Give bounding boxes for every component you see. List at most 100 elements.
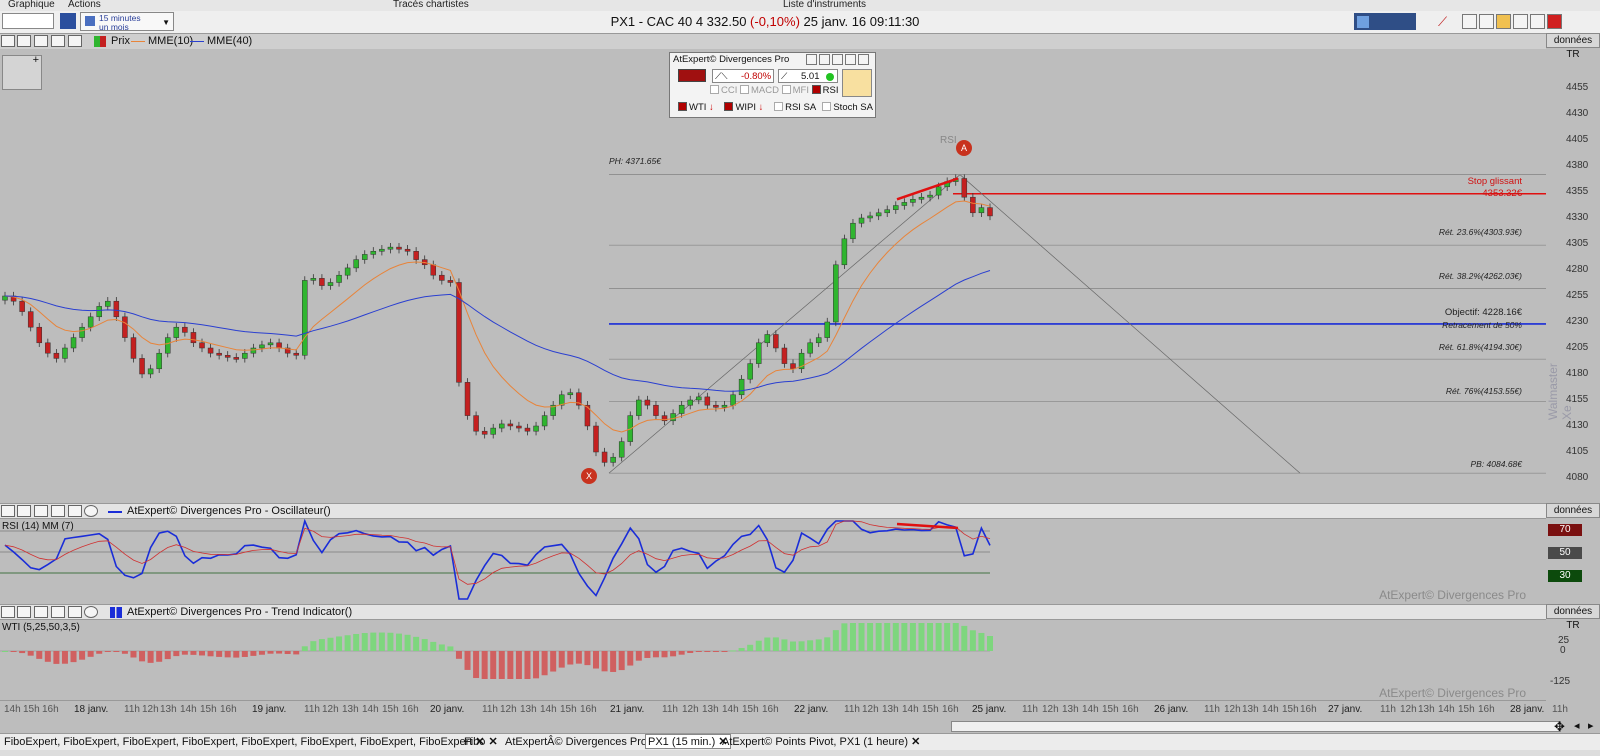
candle-body bbox=[216, 352, 222, 356]
y-tick-label: 4380 bbox=[1566, 160, 1589, 171]
trend-bar bbox=[704, 651, 711, 652]
ema40-swatch bbox=[190, 41, 204, 42]
close-icon[interactable] bbox=[84, 606, 98, 618]
settings-icon[interactable] bbox=[845, 54, 856, 65]
rsi-checkbox[interactable] bbox=[811, 85, 821, 94]
trend-bar bbox=[27, 651, 34, 656]
candle-body bbox=[413, 251, 419, 260]
tab-fiboexpert[interactable]: FiboExpert, FiboExpert, FiboExpert, Fibo… bbox=[4, 735, 485, 748]
menu-instruments[interactable]: Liste d'instruments bbox=[783, 0, 866, 10]
candle-body bbox=[935, 186, 942, 196]
indicator-icon[interactable] bbox=[51, 606, 65, 618]
close-icon[interactable]: ✕ bbox=[488, 736, 497, 748]
x-tick-label: 15h bbox=[23, 704, 40, 715]
chart-tool-icon[interactable] bbox=[1479, 14, 1494, 29]
trend-bar bbox=[447, 646, 454, 651]
trend-bar bbox=[481, 651, 488, 679]
refresh-icon[interactable] bbox=[819, 54, 830, 65]
chevron-right-icon[interactable]: ▸ bbox=[1588, 719, 1594, 732]
line-chart-icon[interactable] bbox=[17, 35, 31, 47]
stochsa-checkbox[interactable] bbox=[822, 102, 832, 111]
candle-body bbox=[499, 423, 505, 429]
candle-body bbox=[738, 378, 745, 396]
indicator-icon[interactable] bbox=[51, 35, 65, 47]
hourglass-icon bbox=[1357, 16, 1369, 28]
candle-body bbox=[361, 254, 368, 260]
pointer-tool-icon[interactable] bbox=[1, 505, 15, 517]
close-icon[interactable]: ✕ bbox=[911, 736, 920, 748]
window-icon[interactable] bbox=[1530, 14, 1545, 29]
trend-bar bbox=[670, 651, 677, 657]
square-icon[interactable] bbox=[68, 35, 82, 47]
legend-price: Prix bbox=[111, 35, 130, 47]
candle-body bbox=[653, 404, 659, 416]
candle-body bbox=[721, 404, 728, 408]
line-chart-icon[interactable] bbox=[17, 606, 31, 618]
close-icon[interactable] bbox=[84, 505, 98, 517]
trend-bar bbox=[396, 633, 402, 651]
cci-checkbox[interactable] bbox=[710, 85, 719, 94]
trend-bar bbox=[515, 651, 522, 679]
settings-icon[interactable] bbox=[1513, 14, 1528, 29]
pencil-icon[interactable] bbox=[1496, 14, 1511, 29]
minimize-icon[interactable] bbox=[806, 54, 817, 65]
menu-traces[interactable]: Tracés chartistes bbox=[393, 0, 469, 10]
cci-label: CCI bbox=[721, 85, 738, 96]
candle-body bbox=[764, 334, 771, 344]
trend-bar bbox=[652, 651, 659, 658]
menu-actions[interactable]: Actions bbox=[68, 0, 101, 10]
flag-icon[interactable] bbox=[842, 69, 872, 97]
x-tick-label: 14h bbox=[540, 704, 557, 715]
indicator-icon[interactable] bbox=[51, 505, 65, 517]
rsisa-checkbox[interactable] bbox=[774, 102, 784, 111]
move-icon[interactable] bbox=[858, 54, 869, 65]
tab-divergences[interactable]: AtExpertÂ© Divergences Pro ✕ bbox=[505, 735, 659, 748]
x-tick-label: 13h bbox=[1062, 704, 1079, 715]
candle-body bbox=[867, 215, 873, 219]
macd-checkbox[interactable] bbox=[740, 85, 750, 94]
trend-bar bbox=[387, 632, 394, 651]
marker-a[interactable]: A bbox=[956, 140, 972, 156]
tab-points-pivot[interactable]: AtExpert© Points Pivot, PX1 (1 heure) ✕ bbox=[722, 735, 920, 748]
mfi-label: MFI bbox=[792, 85, 809, 96]
square-icon[interactable] bbox=[68, 505, 82, 517]
mfi-checkbox[interactable] bbox=[781, 85, 791, 94]
cursor-tool-icon[interactable] bbox=[1462, 14, 1477, 29]
square-icon[interactable] bbox=[68, 606, 82, 618]
close-icon[interactable] bbox=[1547, 14, 1562, 29]
y-tick-label: 4230 bbox=[1566, 316, 1589, 327]
marker-x[interactable]: X bbox=[581, 468, 597, 484]
trend-bar bbox=[533, 651, 540, 679]
trend-bar bbox=[310, 641, 317, 651]
pointer-tool-icon[interactable] bbox=[1, 606, 15, 618]
x-tick-label: 11h bbox=[844, 704, 860, 715]
legend-ema40: MME(40) bbox=[207, 35, 253, 47]
trend-bar bbox=[404, 634, 411, 651]
line-tool-icon[interactable]: ⟋ bbox=[1438, 14, 1454, 29]
x-tick-label: 16h bbox=[1300, 704, 1317, 715]
trend-bar bbox=[695, 651, 702, 652]
wipi-checkbox[interactable] bbox=[724, 102, 734, 111]
tab-px1[interactable]: PX1 (15 min.) ✕ bbox=[645, 734, 731, 749]
pointer-tool-icon[interactable] bbox=[1, 35, 15, 47]
wti-label: WTI bbox=[689, 102, 707, 113]
trend-bar bbox=[832, 630, 839, 651]
draw-tool-icon[interactable] bbox=[34, 505, 48, 517]
menu-graphique[interactable]: Graphique bbox=[8, 0, 55, 10]
line-chart-icon[interactable] bbox=[17, 505, 31, 517]
wti-checkbox[interactable] bbox=[678, 102, 687, 111]
x-tick-label: 12h bbox=[682, 704, 699, 715]
candle-body bbox=[987, 207, 993, 217]
print-icon[interactable] bbox=[832, 54, 843, 65]
x-tick-label: 11h bbox=[1552, 704, 1568, 715]
draw-tool-icon[interactable] bbox=[34, 606, 48, 618]
trend-bar bbox=[584, 651, 591, 666]
draw-tool-icon[interactable] bbox=[34, 35, 48, 47]
trend-bar bbox=[807, 640, 814, 651]
horizontal-scrollbar[interactable] bbox=[951, 721, 1561, 732]
candle-body bbox=[190, 332, 197, 344]
indicator-checks: CCI MACD MFI RSI bbox=[710, 85, 838, 96]
tab-fibo[interactable]: Fibo ✕ bbox=[464, 735, 498, 748]
candle-body bbox=[927, 194, 933, 198]
chevron-left-icon[interactable]: ◂ bbox=[1574, 719, 1580, 732]
